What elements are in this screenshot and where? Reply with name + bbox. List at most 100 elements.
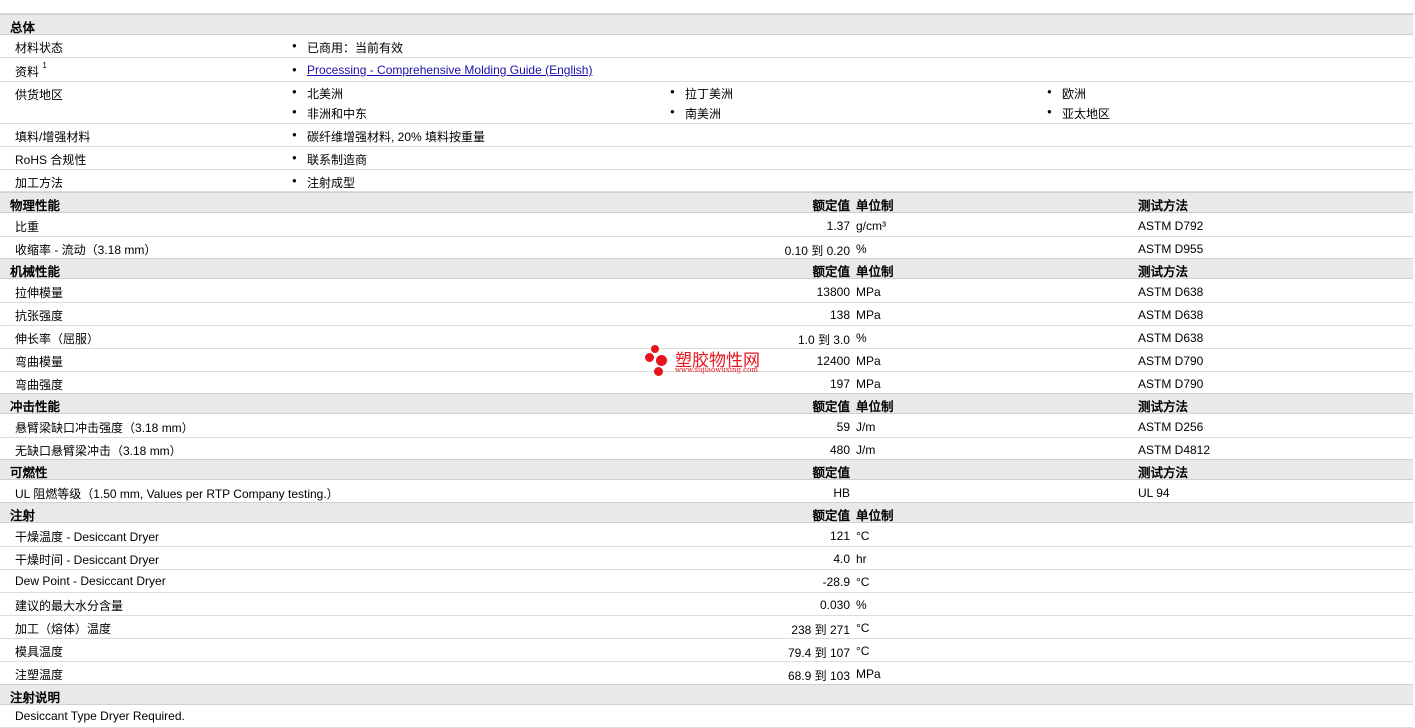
property-row: 注塑温度 68.9 到 103 MPa [0, 662, 1413, 685]
test-method: ASTM D955 [1138, 242, 1204, 256]
test-method: UL 94 [1138, 486, 1170, 500]
property-row: 无缺口悬臂梁冲击（3.18 mm） 480 J/m ASTM D4812 [0, 438, 1413, 461]
column-header-method: 测试方法 [1138, 265, 1189, 279]
property-value: HB [833, 486, 850, 500]
section-title: 机械性能 [10, 265, 61, 279]
top-divider [0, 0, 1415, 14]
section-header: 机械性能 额定值 单位制 测试方法 [0, 258, 1413, 279]
property-value: 480 [829, 443, 850, 457]
property-unit: MPa [856, 308, 881, 322]
property-row: 悬臂梁缺口冲击强度（3.18 mm） 59 J/m ASTM D256 [0, 415, 1413, 438]
property-value: 121 [829, 529, 850, 543]
property-row: 模具温度 79.4 到 107 °C [0, 639, 1413, 662]
property-label: 伸长率（屈服） [15, 332, 100, 346]
property-value: 0.10 到 0.20 [784, 244, 850, 258]
column-header-value: 额定值 [812, 466, 850, 480]
column-header-unit: 单位制 [856, 509, 894, 523]
property-row: Desiccant Type Dryer Required. [0, 705, 1413, 728]
region-item: 非洲和中东 [292, 105, 367, 122]
column-header-unit: 单位制 [856, 400, 894, 414]
property-value: 1.0 到 3.0 [797, 333, 850, 347]
test-method: ASTM D638 [1138, 331, 1204, 345]
property-unit: % [856, 242, 867, 256]
property-unit: hr [856, 552, 867, 566]
row-material-status: 材料状态 已商用：当前有效 [0, 35, 1413, 58]
datasheet-page: 总体 材料状态 已商用：当前有效 资料 1 Processing - Compr… [0, 0, 1415, 728]
property-label: 比重 [15, 220, 40, 234]
region-item: 亚太地区 [1047, 105, 1110, 122]
property-label: 注塑温度 [15, 668, 64, 682]
column-header-unit: 单位制 [856, 265, 894, 279]
property-row: 建议的最大水分含量 0.030% [0, 593, 1413, 616]
column-header-unit: 单位制 [856, 199, 894, 213]
watermark-logo: 塑胶物性网 www.sujiaowuxing.com [645, 345, 785, 381]
property-value: 197 [829, 377, 850, 391]
property-row: 拉伸模量 13800 MPa ASTM D638 [0, 280, 1413, 303]
property-unit: °C [856, 644, 870, 658]
section-header: 注射说明 [0, 684, 1413, 705]
row-label: RoHS 合规性 [15, 153, 87, 167]
property-label: Dew Point - Desiccant Dryer [15, 574, 166, 588]
property-label: Desiccant Type Dryer Required. [15, 709, 185, 723]
column-header-value: 额定值 [812, 265, 850, 279]
column-header-value: 额定值 [812, 199, 850, 213]
property-row: Dew Point - Desiccant Dryer -28.9 °C [0, 570, 1413, 593]
property-label: 建议的最大水分含量 [15, 599, 124, 613]
property-label: 弯曲模量 [15, 355, 64, 369]
molding-guide-link[interactable]: Processing - Comprehensive Molding Guide… [307, 63, 592, 77]
property-value: 13800 [816, 285, 850, 299]
section-title: 物理性能 [10, 199, 61, 213]
section-title: 可燃性 [10, 466, 48, 480]
property-row: 干燥温度 - Desiccant Dryer 121 °C [0, 524, 1413, 547]
section-header: 可燃性 额定值 测试方法 [0, 459, 1413, 480]
property-value: 59 [836, 420, 850, 434]
property-unit: °C [856, 529, 870, 543]
test-method: ASTM D638 [1138, 285, 1204, 299]
property-row: UL 阻燃等级（1.50 mm, Values per RTP Company … [0, 481, 1413, 504]
property-label: 收缩率 - 流动（3.18 mm） [15, 243, 157, 257]
property-value: 79.4 到 107 [787, 646, 850, 660]
property-label: UL 阻燃等级（1.50 mm, Values per RTP Company … [15, 487, 339, 501]
property-unit: °C [856, 621, 870, 635]
property-unit: % [856, 598, 867, 612]
column-header-value: 额定值 [812, 400, 850, 414]
bullet-item: 已商用：当前有效 [292, 39, 403, 56]
row-documents: 资料 1 Processing - Comprehensive Molding … [0, 58, 1413, 82]
property-value: 68.9 到 103 [787, 669, 850, 683]
row-filler: 填料/增强材料 碳纤维增强材料, 20% 填料按重量 [0, 124, 1413, 147]
section-header: 物理性能 额定值 单位制 测试方法 [0, 192, 1413, 213]
property-unit: MPa [856, 354, 881, 368]
property-value: 0.030 [819, 598, 850, 612]
footnote-marker: 1 [42, 61, 47, 70]
property-label: 干燥温度 - Desiccant Dryer [15, 530, 160, 544]
bullet-item: 联系制造商 [292, 151, 367, 168]
section-header: 冲击性能 额定值 单位制 测试方法 [0, 393, 1413, 414]
region-item: 拉丁美洲 [670, 85, 733, 102]
section-title: 冲击性能 [10, 400, 61, 414]
property-row: 比重 1.37 g/cm³ ASTM D792 [0, 214, 1413, 237]
property-row: 收缩率 - 流动（3.18 mm） 0.10 到 0.20% ASTM D955 [0, 237, 1413, 260]
section-title: 总体 [10, 21, 36, 35]
property-value: 238 到 271 [791, 623, 850, 637]
column-header-method: 测试方法 [1138, 199, 1189, 213]
property-unit: MPa [856, 377, 881, 391]
row-label: 材料状态 [15, 41, 64, 55]
region-item: 北美洲 [292, 85, 343, 102]
property-label: 模具温度 [15, 645, 64, 659]
property-label: 干燥时间 - Desiccant Dryer [15, 553, 160, 567]
property-value: 1.37 [826, 219, 850, 233]
property-value: -28.9 [822, 575, 850, 589]
row-label: 供货地区 [15, 88, 64, 102]
row-label: 资料 1 [15, 61, 47, 79]
test-method: ASTM D792 [1138, 219, 1204, 233]
property-label: 抗张强度 [15, 309, 64, 323]
test-method: ASTM D790 [1138, 377, 1204, 391]
test-method: ASTM D4812 [1138, 443, 1211, 457]
property-unit: % [856, 331, 867, 345]
logo-dots-icon [645, 345, 675, 377]
test-method: ASTM D790 [1138, 354, 1204, 368]
property-value: 12400 [816, 354, 850, 368]
section-title: 注射说明 [10, 691, 61, 705]
property-label: 拉伸模量 [15, 286, 64, 300]
region-item: 南美洲 [670, 105, 721, 122]
